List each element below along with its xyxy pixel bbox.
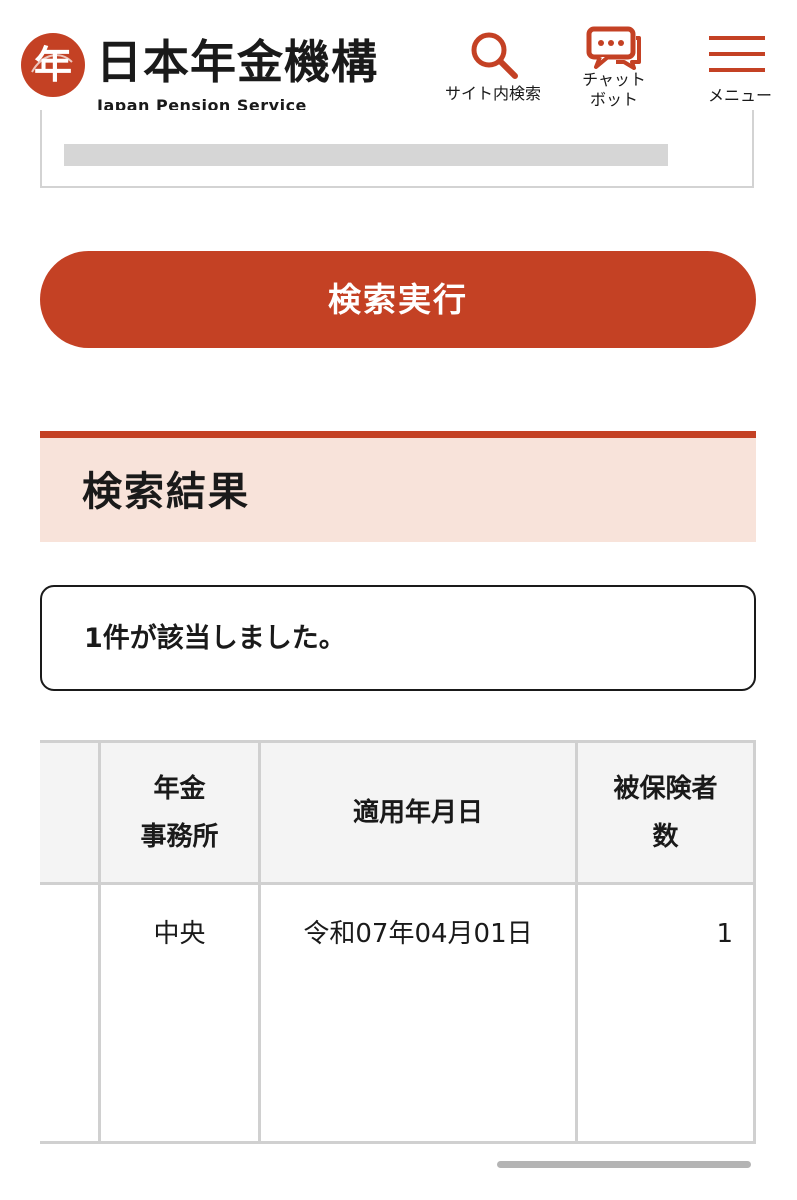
column-header-office: 年金 事務所 <box>101 743 258 882</box>
search-icon <box>471 32 518 79</box>
result-count-box: 1件が該当しました。 <box>40 585 756 691</box>
results-heading-panel: 検索結果 <box>40 431 756 542</box>
horizontal-scrollbar[interactable] <box>497 1161 751 1168</box>
svg-text:年: 年 <box>34 42 72 87</box>
column-header-insured-line2: 数 <box>652 821 679 852</box>
column-header-date: 適用年月日 <box>261 743 575 882</box>
search-form-panel <box>40 110 754 188</box>
table-border <box>753 740 756 1144</box>
table-border <box>40 1141 756 1144</box>
results-table: 年金 事務所 適用年月日 被保険者 数 中央 令和07年04月01日 1 <box>40 740 756 1144</box>
site-search-label: サイト内検索 <box>444 84 541 103</box>
table-border <box>40 882 756 885</box>
column-header-date-label: 適用年月日 <box>352 797 483 828</box>
column-header-insured-count: 被保険者 数 <box>578 743 753 882</box>
column-header-insured-line1: 被保険者 <box>613 773 718 804</box>
chatbot-label-line2: ボット <box>589 90 638 109</box>
table-cell-insured-count: 1 <box>716 919 733 949</box>
logo-title: 日本年金機構 <box>96 35 378 89</box>
column-header-office-line1: 年金 <box>153 773 206 804</box>
table-cell-date: 令和07年04月01日 <box>303 919 533 949</box>
column-header-office-line2: 事務所 <box>140 821 219 852</box>
search-execute-button[interactable]: 検索実行 <box>40 251 756 348</box>
chatbot-button[interactable]: チャット ボット <box>568 22 660 114</box>
menu-label: メニュー <box>707 86 772 105</box>
chat-bubble-icon <box>586 26 641 70</box>
hamburger-menu-icon <box>709 36 765 72</box>
site-search-button[interactable]: サイト内検索 <box>432 22 554 114</box>
site-logo[interactable]: 年 日本年金機構 Japan Pension Service <box>20 32 400 117</box>
menu-button[interactable]: メニュー <box>692 22 788 114</box>
page: 年 日本年金機構 Japan Pension Service サイト内検索 チャ… <box>0 0 797 1200</box>
results-heading: 検索結果 <box>82 469 250 515</box>
search-form-field[interactable] <box>64 144 668 166</box>
chatbot-label-line1: チャット <box>582 70 646 89</box>
table-cell-office: 中央 <box>153 919 206 949</box>
logo-seal-icon: 年 <box>21 33 85 97</box>
result-count-text: 1件が該当しました。 <box>84 623 346 654</box>
